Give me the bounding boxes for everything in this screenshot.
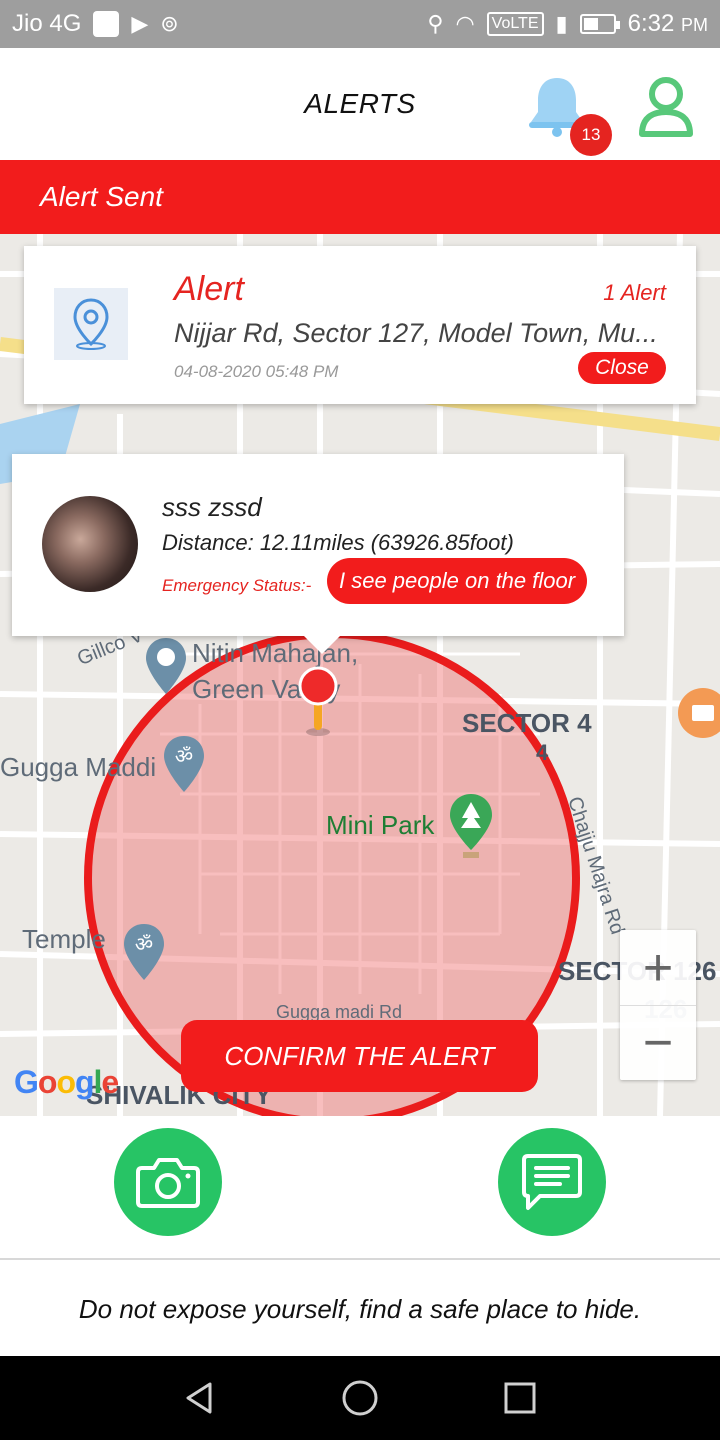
signal-icon: ▮ <box>555 11 568 36</box>
zoom-controls: + − <box>620 930 696 1080</box>
alert-count: 1 Alert <box>603 280 666 305</box>
page-title: ALERTS <box>304 88 416 119</box>
app-notification-icon <box>93 11 120 37</box>
alert-sent-banner: Alert Sent <box>0 160 720 234</box>
gurdwara-pin-icon <box>146 638 186 694</box>
map-label-sector4-num: 4 <box>536 740 549 765</box>
notification-badge: 13 <box>570 114 612 156</box>
safety-tip-text: Do not expose yourself, find a safe plac… <box>78 1293 642 1324</box>
confirm-alert-button[interactable]: CONFIRM THE ALERT <box>181 1020 538 1092</box>
battery-icon <box>579 14 620 34</box>
wifi-icon: ◠ <box>455 11 475 36</box>
chat-icon <box>522 1154 582 1210</box>
banner-text: Alert Sent <box>40 181 163 212</box>
location-icon: ⚲ <box>427 11 444 36</box>
video-call-icon: ▶ <box>131 11 149 36</box>
system-nav-bar <box>0 1356 720 1440</box>
person-info-window[interactable]: sss zssd Distance: 12.11miles (63926.85f… <box>12 454 624 654</box>
volte-badge: VoLTE <box>486 12 544 36</box>
alert-address: Nijjar Rd, Sector 127, Model Town, Mu... <box>174 318 658 348</box>
camera-button[interactable] <box>114 1128 222 1236</box>
park-pin-icon <box>450 794 492 858</box>
user-profile-icon[interactable] <box>636 72 696 142</box>
back-icon[interactable] <box>180 1378 220 1418</box>
status-bar: Jio 4G ▶ ⊚ ⚲ ◠ VoLTE ▮ 6:32 PM <box>0 0 720 48</box>
emergency-status-label: Emergency Status:- <box>162 576 312 595</box>
svg-text:ॐ: ॐ <box>175 744 193 768</box>
person-distance: Distance: 12.11miles (63926.85foot) <box>162 530 514 555</box>
camera-icon <box>136 1158 200 1208</box>
avatar <box>42 496 138 592</box>
hotspot-icon: ⊚ <box>160 11 179 36</box>
svg-text:ॐ: ॐ <box>135 932 153 956</box>
om-temple-pin-icon: ॐ <box>164 736 204 792</box>
chat-button[interactable] <box>498 1128 606 1236</box>
safety-tip: Do not expose yourself, find a safe plac… <box>0 1262 720 1356</box>
location-pin-icon <box>54 288 128 360</box>
user-location-pin-icon <box>298 666 338 736</box>
video-place-icon <box>678 688 720 738</box>
map-label-temple: Temple <box>22 924 106 954</box>
map-label-sector4: SECTOR 4 <box>462 708 592 738</box>
temple-pin-icon: ॐ <box>124 924 164 980</box>
google-logo: Google <box>14 1064 119 1100</box>
zoom-in-button[interactable]: + <box>620 930 696 1005</box>
clock: 6:32 PM <box>627 10 708 37</box>
emergency-status-badge: I see people on the floor <box>327 558 588 604</box>
zoom-out-button[interactable]: − <box>620 1005 696 1080</box>
action-bar <box>0 1116 720 1260</box>
map-label-gugga: Gugga Maddi <box>0 752 157 782</box>
close-button[interactable]: Close <box>578 352 666 384</box>
map-label-minipark: Mini Park <box>326 810 435 840</box>
carrier-label: Jio 4G <box>12 10 82 37</box>
person-name: sss zssd <box>162 492 262 522</box>
alert-title: Alert <box>174 270 244 308</box>
home-icon[interactable] <box>340 1378 380 1418</box>
alert-card: Alert 1 Alert Nijjar Rd, Sector 127, Mod… <box>24 246 696 404</box>
app-header: ALERTS 13 <box>0 48 720 160</box>
recents-icon[interactable] <box>500 1378 540 1418</box>
alert-timestamp: 04-08-2020 05:48 PM <box>174 362 339 381</box>
